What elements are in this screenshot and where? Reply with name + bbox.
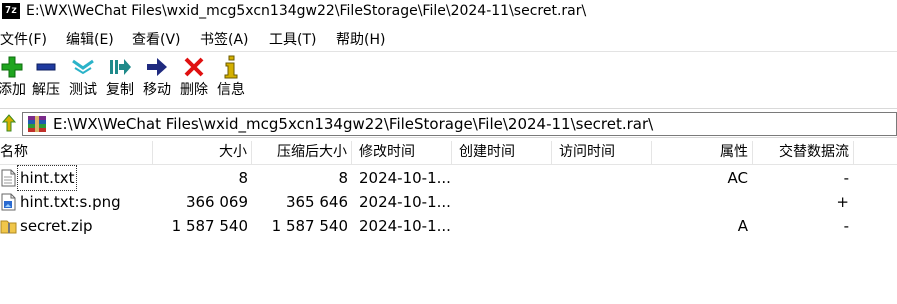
file-packed-size: 8 [338,169,348,187]
file-attributes: AC [727,169,748,187]
text-file-icon [1,169,16,187]
copy-icon [108,54,132,80]
info-icon [219,54,243,80]
extract-button[interactable]: 解压 [30,54,62,104]
table-row[interactable]: hint.txt:s.png 366 069 365 646 2024-10-1… [0,190,897,214]
file-size: 366 069 [185,193,248,211]
delete-icon [182,54,206,80]
delete-label: 删除 [180,82,208,98]
path-text: E:\WX\WeChat Files\wxid_mcg5xcn134gw22\F… [53,115,654,133]
menu-view[interactable]: 查看(V) [132,27,181,51]
move-label: 移动 [143,82,171,98]
rar-archive-icon [28,116,46,132]
extract-label: 解压 [32,82,60,98]
file-attributes [652,190,748,214]
file-modified: 2024-10-1... [359,193,451,211]
column-header-modified[interactable]: 修改时间 [352,141,452,165]
test-button[interactable]: 测试 [67,54,99,104]
add-icon [0,54,24,80]
file-alt-streams: - [843,169,849,187]
column-header-packed-size[interactable]: 压缩后大小 [252,141,352,165]
extract-icon [34,54,58,80]
file-alt-streams: + [836,193,849,211]
delete-button[interactable]: 删除 [178,54,210,104]
title-bar: 7z E:\WX\WeChat Files\wxid_mcg5xcn134gw2… [0,0,897,22]
test-label: 测试 [69,82,97,98]
file-packed-size: 365 646 [285,193,348,211]
column-header-alt-streams[interactable]: 交替数据流 [753,141,854,165]
folder-up-icon[interactable] [0,112,18,134]
column-header-name[interactable]: 名称 [0,141,153,165]
file-name: secret.zip [20,217,93,235]
column-header-created[interactable]: 创建时间 [452,141,552,165]
toolbar: 添加 解压 测试 复制 移动 删除 信息 [0,54,897,104]
image-file-icon [1,193,16,211]
menu-tools[interactable]: 工具(T) [269,27,316,51]
info-button[interactable]: 信息 [215,54,247,104]
file-size: 8 [238,169,248,187]
table-row[interactable]: secret.zip 1 587 540 1 587 540 2024-10-1… [0,214,897,238]
address-bar: E:\WX\WeChat Files\wxid_mcg5xcn134gw22\F… [0,108,897,138]
file-attributes: A [737,217,748,235]
zip-folder-icon [0,220,17,234]
menu-bar: 文件(F) 编辑(E) 查看(V) 书签(A) 工具(T) 帮助(H) [0,27,897,51]
move-icon [145,54,169,80]
menu-bookmarks[interactable]: 书签(A) [200,27,249,51]
file-modified: 2024-10-1... [359,169,451,187]
move-button[interactable]: 移动 [141,54,173,104]
list-header: 名称 大小 压缩后大小 修改时间 创建时间 访问时间 属性 交替数据流 [0,141,897,165]
table-row[interactable]: hint.txt 8 8 2024-10-1... AC - [0,165,897,191]
menu-edit[interactable]: 编辑(E) [66,27,114,51]
file-modified: 2024-10-1... [359,217,451,235]
column-header-accessed[interactable]: 访问时间 [552,141,652,165]
add-label: 添加 [0,82,26,98]
path-field[interactable]: E:\WX\WeChat Files\wxid_mcg5xcn134gw22\F… [22,112,897,136]
file-name: hint.txt:s.png [20,193,121,211]
copy-label: 复制 [106,82,134,98]
file-packed-size: 1 587 540 [271,217,348,235]
file-size: 1 587 540 [171,217,248,235]
copy-button[interactable]: 复制 [104,54,136,104]
info-label: 信息 [217,82,245,98]
window-title: E:\WX\WeChat Files\wxid_mcg5xcn134gw22\F… [26,3,587,19]
app-7z-icon: 7z [2,3,20,19]
menu-divider [0,51,897,52]
menu-help[interactable]: 帮助(H) [336,27,385,51]
file-name: hint.txt [16,165,78,191]
test-icon [71,54,95,80]
column-header-size[interactable]: 大小 [153,141,252,165]
file-alt-streams: - [843,217,849,235]
menu-file[interactable]: 文件(F) [0,27,47,51]
column-header-attributes[interactable]: 属性 [652,141,753,165]
add-button[interactable]: 添加 [0,54,26,104]
